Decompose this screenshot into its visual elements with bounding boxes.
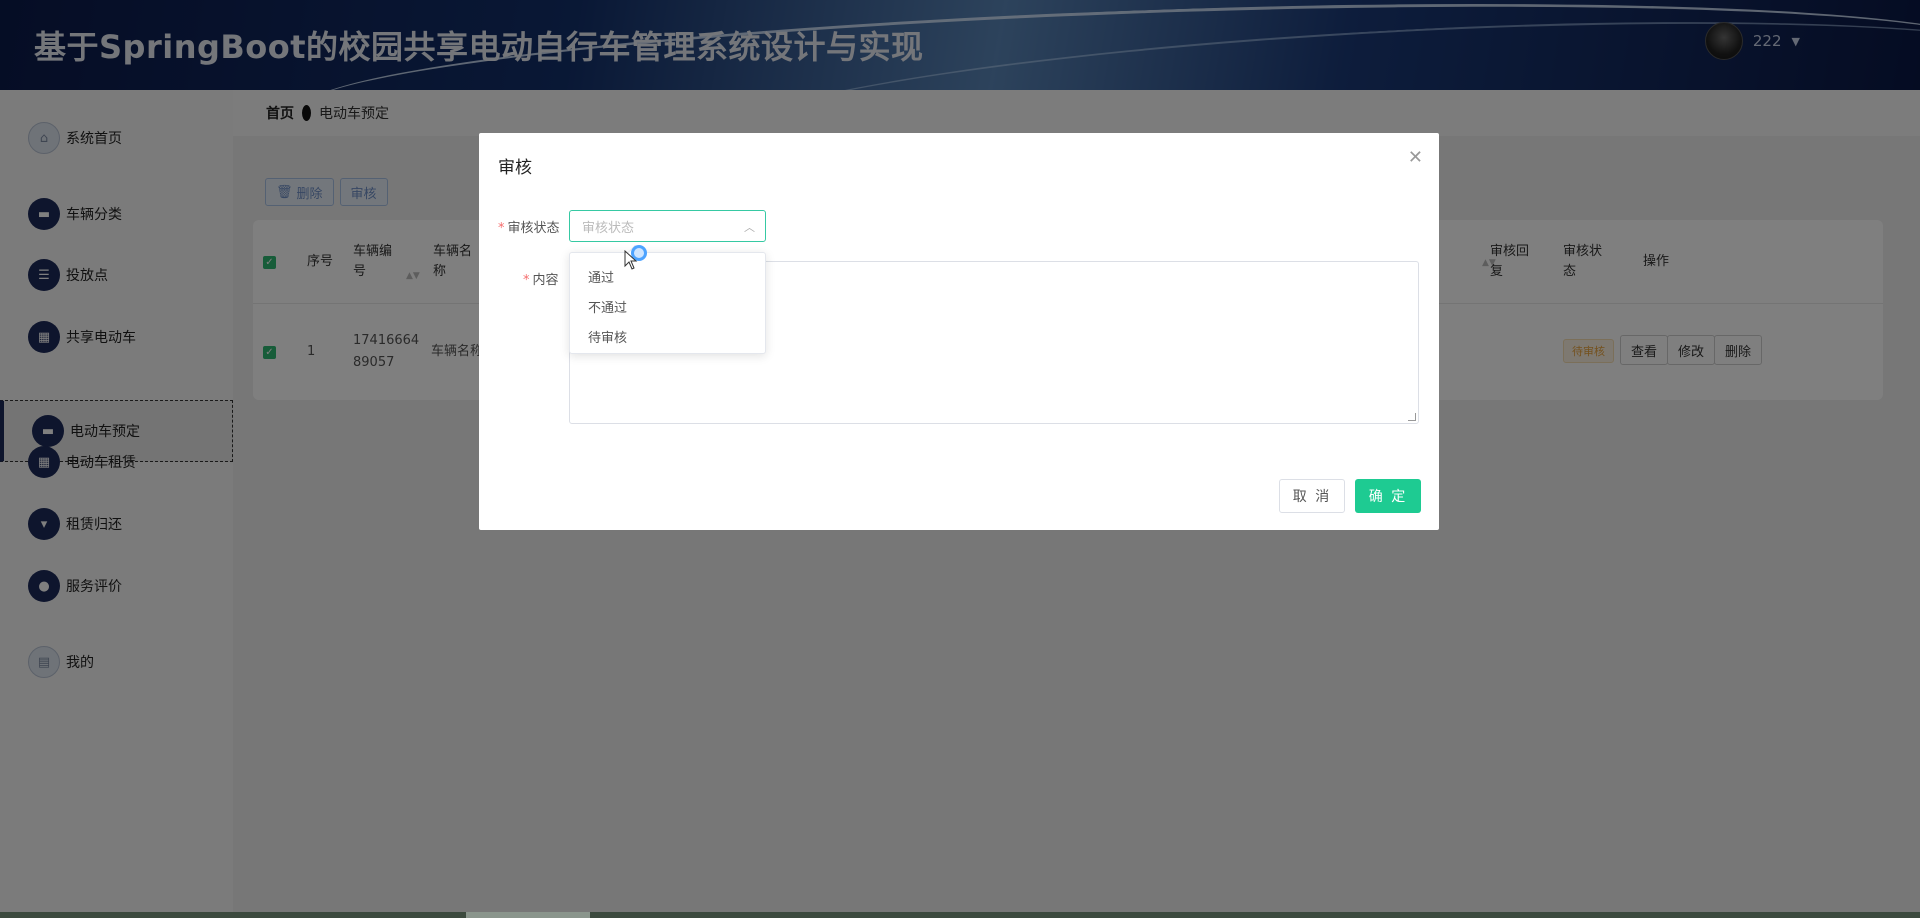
close-icon[interactable]: ✕	[1408, 147, 1423, 168]
mouse-cursor-icon	[624, 250, 638, 270]
resize-handle-icon[interactable]	[1408, 413, 1416, 421]
required-marker: *	[498, 221, 505, 236]
status-label-text: 审核状态	[507, 221, 560, 236]
scrollbar-thumb[interactable]	[466, 912, 590, 918]
chevron-up-icon: ︿	[744, 221, 755, 234]
content-label-text: 内容	[532, 273, 559, 288]
select-placeholder: 审核状态	[582, 220, 635, 236]
option-pass[interactable]: 通过	[570, 261, 765, 291]
option-pending[interactable]: 待审核	[570, 321, 765, 351]
required-marker: *	[523, 273, 530, 288]
status-dropdown: 通过 不通过 待审核	[569, 244, 766, 354]
option-reject[interactable]: 不通过	[570, 291, 765, 321]
confirm-button[interactable]: 确 定	[1355, 479, 1421, 513]
bottom-scrollbar[interactable]	[0, 912, 1920, 918]
cancel-button[interactable]: 取 消	[1279, 479, 1345, 513]
review-status-select[interactable]: 审核状态 ︿	[569, 210, 766, 242]
content-label: * 内容	[523, 269, 559, 288]
status-label: * 审核状态	[498, 217, 560, 236]
dialog-title: 审核	[498, 158, 532, 178]
